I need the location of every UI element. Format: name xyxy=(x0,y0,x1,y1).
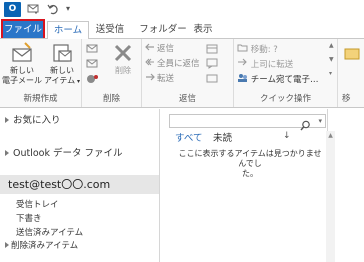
im-icon xyxy=(206,58,218,69)
new-email-label-2: 電子メール xyxy=(2,76,42,85)
tab-send-receive[interactable]: 送受信 xyxy=(92,21,128,39)
new-items-label-2: アイテム xyxy=(43,76,76,85)
undo-icon[interactable] xyxy=(47,3,59,18)
tab-file[interactable]: ファイル xyxy=(1,19,45,40)
quick-step-team-email[interactable]: チーム宛て電子… xyxy=(237,73,318,86)
customize-qat-icon[interactable]: ▾ xyxy=(66,3,70,15)
new-email-icon xyxy=(12,42,32,62)
meeting-reply-button[interactable] xyxy=(206,43,218,58)
delete-button[interactable]: 削除 xyxy=(106,42,140,76)
tab-folder[interactable]: フォルダー xyxy=(138,21,188,39)
reply-button[interactable]: 返信 xyxy=(145,43,174,55)
cleanup-icon xyxy=(86,59,98,68)
title-bar: O ▾ ファイル ホーム 送受信 フォルダー 表示 xyxy=(0,0,364,40)
reply-icon xyxy=(145,43,154,51)
move-folder-icon xyxy=(237,44,248,52)
ribbon: 新しい 電子メール 新しい アイテム ▾ 新規作成 削除 削除 返信 全員に返信… xyxy=(0,38,364,108)
favorites-node[interactable]: お気に入り xyxy=(0,114,61,128)
account-header[interactable]: test@test〇〇.com xyxy=(0,175,159,194)
ribbon-group-new: 新しい 電子メール 新しい アイテム ▾ 新規作成 xyxy=(0,39,82,107)
team-email-icon xyxy=(238,74,247,82)
expand-arrow-icon[interactable] xyxy=(5,242,9,248)
folder-drafts[interactable]: 下書き xyxy=(16,213,42,225)
message-list: ▾ すべて 未読 ↓ ここに表示するアイテムは見つかりませんでし た。 xyxy=(161,109,326,262)
tab-view[interactable]: 表示 xyxy=(190,21,216,39)
ribbon-group-quick-steps: 移動: ? 上司に転送 チーム宛て電子… ▲ ▼ ▾ クイック操作 xyxy=(234,39,338,107)
new-email-label-1: 新しい xyxy=(10,66,34,75)
expand-arrow-icon[interactable] xyxy=(5,117,9,123)
move-icon xyxy=(344,48,360,60)
data-file-label: Outlook データ ファイル xyxy=(13,148,123,159)
reply-all-icon xyxy=(145,58,154,66)
new-items-icon xyxy=(53,44,72,62)
dropdown-arrow-icon: ▾ xyxy=(75,78,81,85)
tab-home[interactable]: ホーム xyxy=(47,21,89,39)
reply-all-button[interactable]: 全員に返信 xyxy=(145,58,200,70)
quick-step-move[interactable]: 移動: ? xyxy=(237,43,278,56)
new-email-button[interactable]: 新しい 電子メール xyxy=(2,42,42,86)
search-input[interactable]: ▾ xyxy=(169,114,326,131)
folder-pane: お気に入り Outlook データ ファイル test@test〇〇.com 受… xyxy=(0,109,160,262)
quick-steps-expand[interactable]: ▾ xyxy=(329,70,332,77)
expand-arrow-icon[interactable] xyxy=(5,150,9,156)
data-file-node[interactable]: Outlook データ ファイル xyxy=(0,147,123,161)
new-items-button[interactable]: 新しい アイテム ▾ xyxy=(43,42,81,87)
ribbon-group-label-new: 新規作成 xyxy=(23,94,58,104)
folder-deleted-items[interactable]: 削除済みアイテム xyxy=(0,240,78,252)
sort-order-icon[interactable]: ↓ xyxy=(283,131,291,141)
search-scope-dropdown-icon[interactable]: ▾ xyxy=(318,117,322,125)
deleted-items-label: 削除済みアイテム xyxy=(11,241,79,251)
quick-steps-scroll-down[interactable]: ▼ xyxy=(329,56,334,63)
quick-steps-scroll-up[interactable]: ▲ xyxy=(329,42,334,49)
delete-label: 削除 xyxy=(115,66,131,75)
ribbon-group-label-delete: 削除 xyxy=(102,94,120,104)
scroll-up-icon[interactable]: ▲ xyxy=(326,131,335,140)
ignore-icon xyxy=(86,44,98,53)
folder-sent-items[interactable]: 送信済みアイテム xyxy=(16,227,83,239)
empty-list-message: ここに表示するアイテムは見つかりませんでし た。 xyxy=(178,149,322,178)
filter-unread[interactable]: 未読 xyxy=(213,133,232,145)
folder-inbox[interactable]: 受信トレイ xyxy=(16,199,59,211)
forward-icon xyxy=(146,73,155,81)
ribbon-group-label-quick-steps: クイック操作 xyxy=(259,94,311,104)
ribbon-group-move: 移 xyxy=(338,39,364,107)
quick-step-to-manager[interactable]: 上司に転送 xyxy=(237,58,293,71)
to-manager-icon xyxy=(238,58,247,66)
junk-button[interactable] xyxy=(86,73,99,88)
ribbon-group-label-respond: 返信 xyxy=(178,94,196,104)
cleanup-button[interactable] xyxy=(86,58,99,73)
message-list-scrollbar[interactable]: ▲ xyxy=(326,131,335,262)
more-icon xyxy=(206,74,218,83)
search-icon[interactable] xyxy=(300,116,311,131)
meeting-icon xyxy=(206,44,218,54)
outlook-app-icon[interactable]: O xyxy=(4,2,21,17)
ribbon-group-label-move: 移 xyxy=(342,94,351,104)
filter-all[interactable]: すべて xyxy=(175,133,202,145)
forward-button[interactable]: 転送 xyxy=(145,73,174,85)
delete-x-icon xyxy=(114,44,132,62)
move-button[interactable] xyxy=(344,45,360,65)
favorites-label: お気に入り xyxy=(13,115,61,126)
new-items-label-1: 新しい xyxy=(50,66,74,75)
junk-icon xyxy=(87,75,98,83)
im-reply-button[interactable] xyxy=(206,58,218,73)
more-respond-button[interactable] xyxy=(206,73,218,88)
ignore-button[interactable] xyxy=(86,43,99,58)
ribbon-group-respond: 返信 全員に返信 転送 返信 xyxy=(142,39,234,107)
ribbon-group-delete: 削除 削除 xyxy=(82,39,142,107)
send-receive-all-icon[interactable] xyxy=(27,3,39,18)
